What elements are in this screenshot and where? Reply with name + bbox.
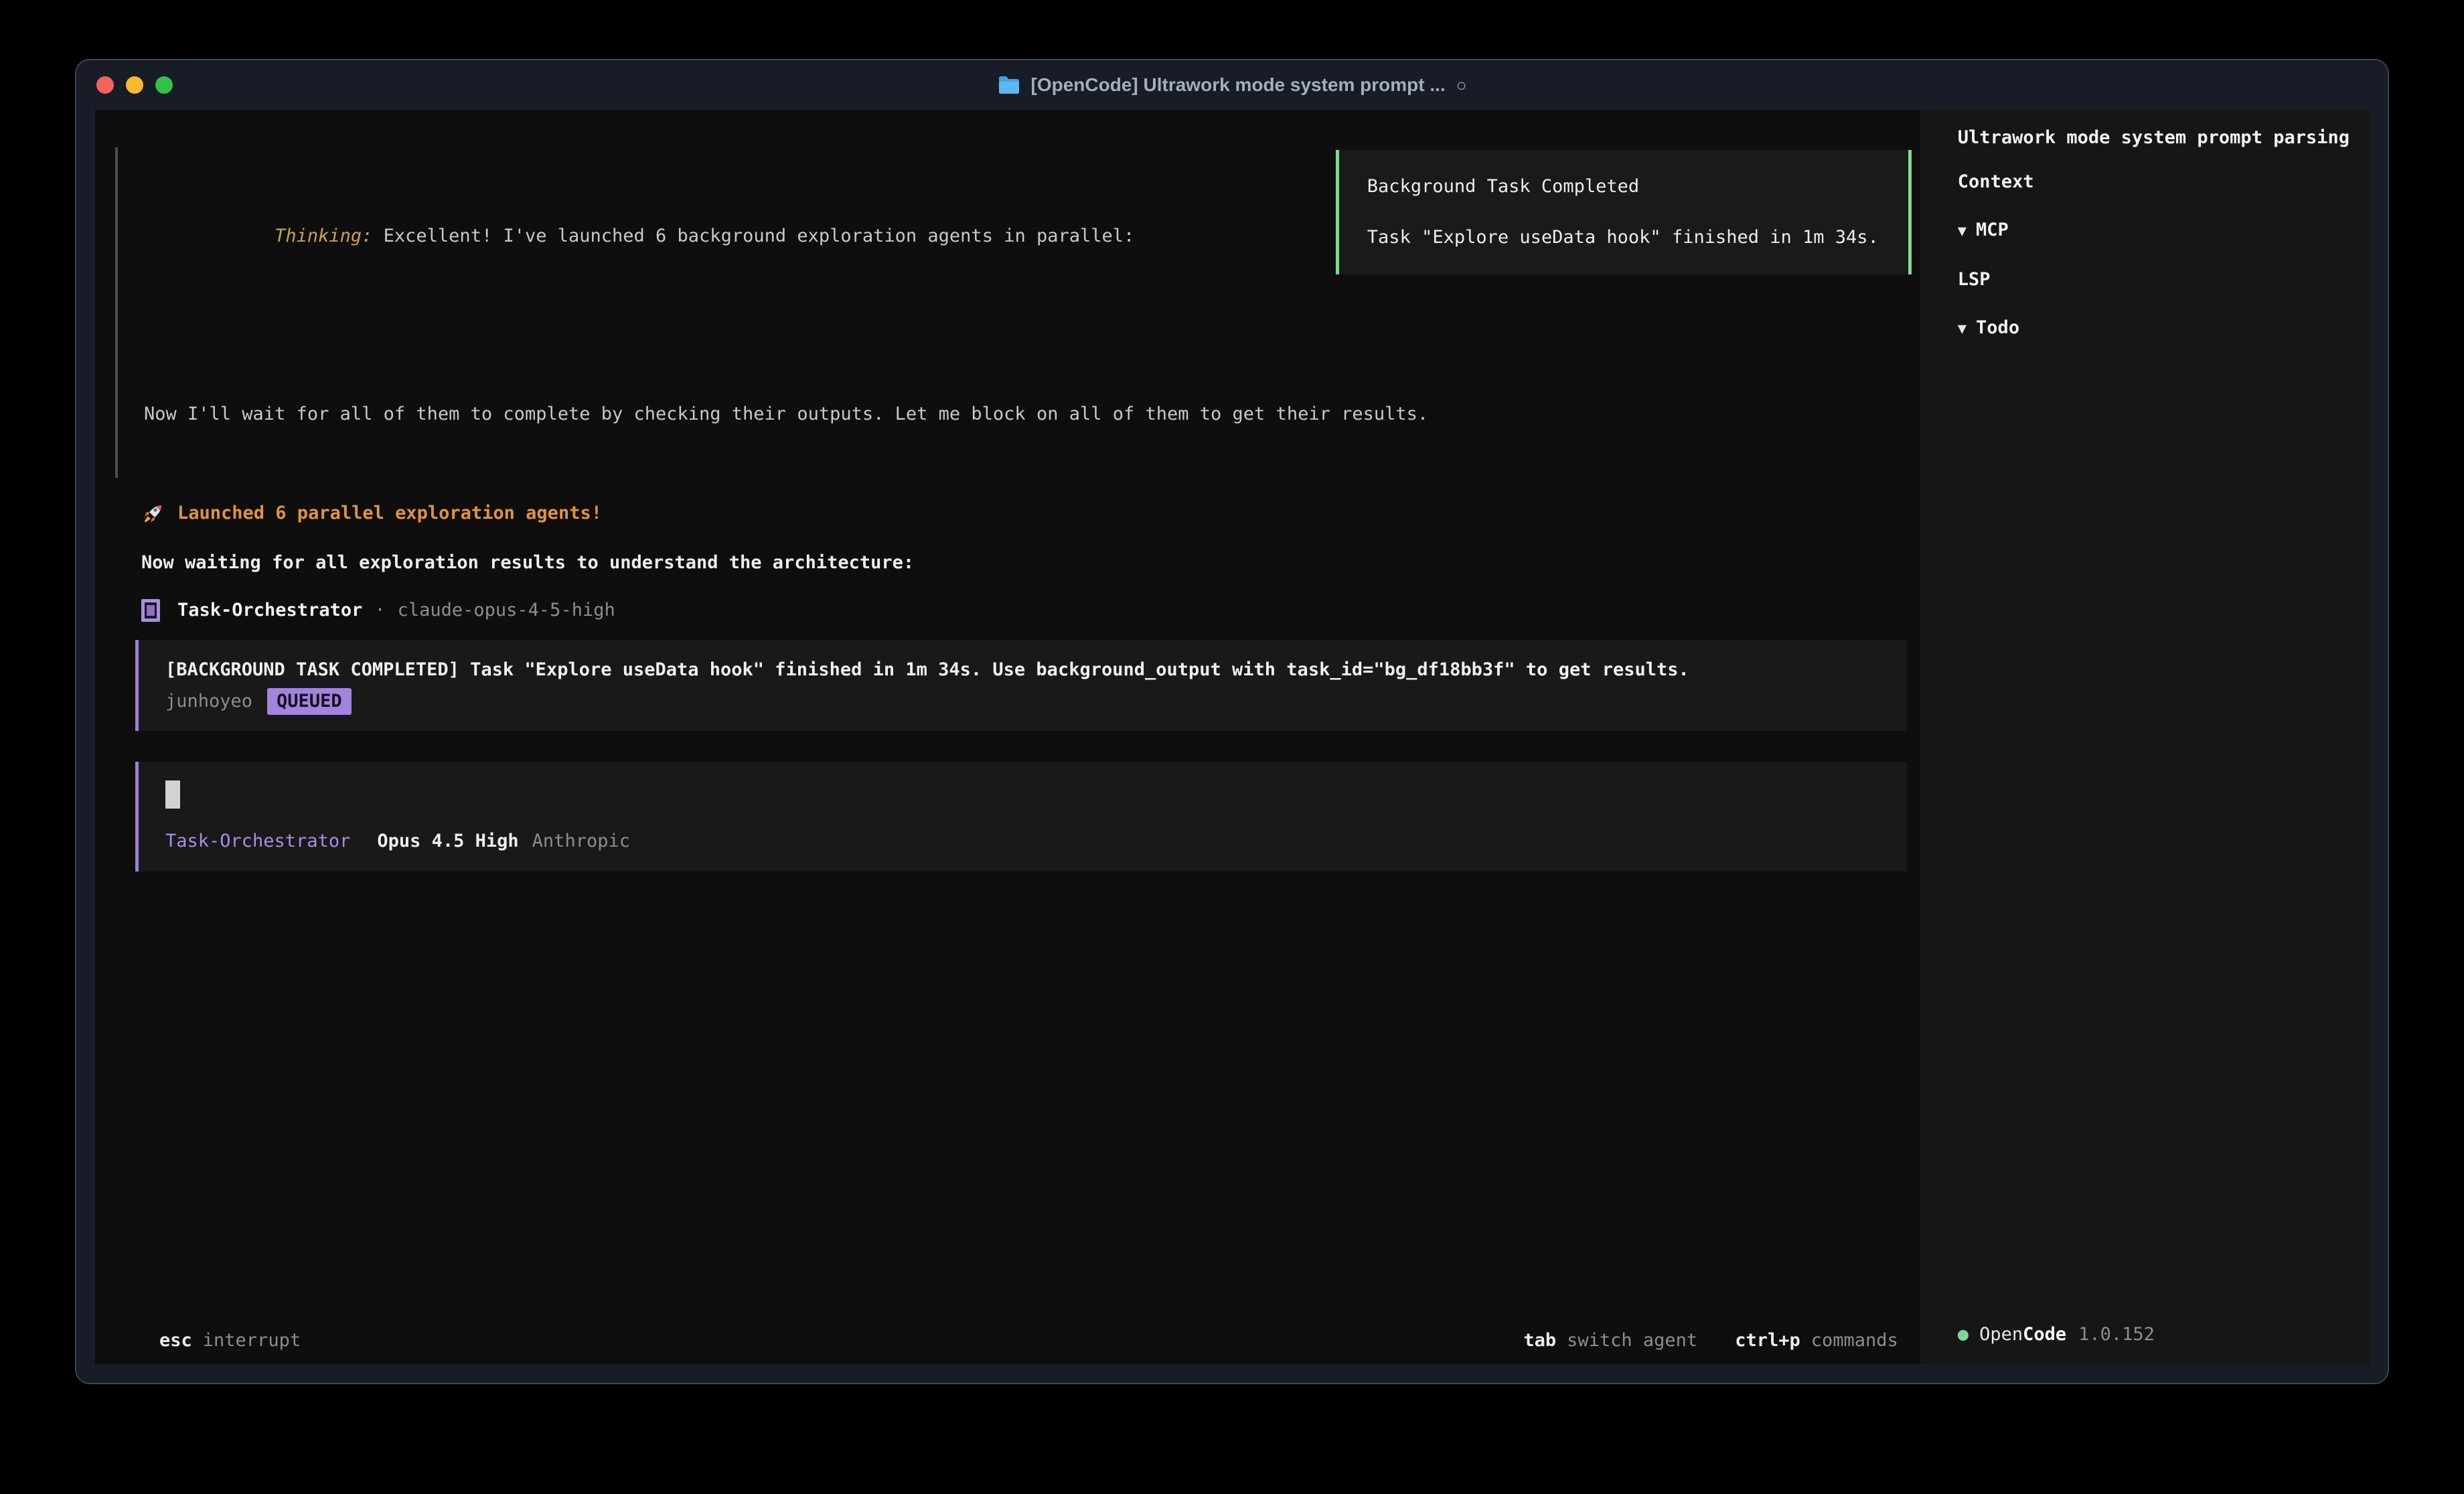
session-title: Ultrawork mode system prompt parsing (1958, 123, 2350, 153)
traffic-lights (96, 60, 173, 110)
notification-body: Task "Explore useData hook" finished in … (1367, 225, 1880, 250)
window-content: Thinking: Excellent! I've launched 6 bac… (76, 110, 2388, 1383)
todo-heading: ▼Todo (1958, 316, 2350, 341)
status-bar: esc interrupt tab switch agent ctrl+p co… (95, 1316, 1920, 1364)
todo-section: ▼Todo (1958, 316, 2350, 341)
window-title-text: [OpenCode] Ultrawork mode system prompt … (1031, 74, 1446, 96)
ctrlp-action-label: commands (1811, 1330, 1898, 1351)
ctrlp-key-hint: ctrl+p (1735, 1330, 1800, 1351)
thinking-intro: Excellent! I've launched 6 background ex… (372, 226, 1134, 246)
prompt-provider: Anthropic (532, 829, 630, 854)
terminal-window: [OpenCode] Ultrawork mode system prompt … (75, 59, 2389, 1384)
tab-key-hint: tab (1523, 1330, 1556, 1351)
window-titlebar[interactable]: [OpenCode] Ultrawork mode system prompt … (76, 60, 2388, 110)
window-title: [OpenCode] Ultrawork mode system prompt … (998, 74, 1467, 96)
modified-indicator-icon: ○ (1456, 75, 1467, 96)
waiting-line: Now waiting for all exploration results … (115, 550, 1920, 576)
rocket-icon (141, 501, 165, 525)
lsp-heading: LSP (1958, 268, 2350, 292)
collapse-triangle-icon[interactable]: ▼ (1958, 223, 1967, 240)
queued-user: junhoyeo (165, 689, 252, 714)
status-dot-icon: ● (1958, 1323, 1969, 1347)
prompt-agent: Task-Orchestrator (165, 829, 350, 854)
mcp-section: ▼MCP (1958, 218, 2350, 244)
tab-action-label: switch agent (1567, 1330, 1697, 1351)
mcp-heading: ▼MCP (1958, 218, 2350, 244)
agent-icon (141, 599, 160, 622)
thinking-wait-line: Now I'll wait for all of them to complet… (144, 402, 1920, 427)
launch-announcement: Launched 6 parallel exploration agents! (115, 501, 1920, 526)
agent-name: Task-Orchestrator (177, 598, 362, 623)
esc-key-hint: esc (159, 1330, 192, 1351)
collapse-triangle-icon[interactable]: ▼ (1958, 321, 1967, 337)
notification-title: Background Task Completed (1367, 174, 1880, 199)
app-version-footer: ● OpenCode 1.0.152 (1958, 1323, 2155, 1347)
close-button[interactable] (96, 76, 114, 94)
brand-open: Open (1979, 1323, 2023, 1347)
prompt-model: Opus 4.5 High (377, 829, 518, 854)
agent-model: claude-opus-4-5-high (398, 598, 615, 623)
background-task-completed-message: [BACKGROUND TASK COMPLETED] Task "Explor… (135, 640, 1907, 731)
context-section: Context (1958, 170, 2350, 194)
chat-panel: Thinking: Excellent! I've launched 6 bac… (95, 110, 1920, 1364)
context-heading: Context (1958, 170, 2350, 194)
lsp-section: LSP (1958, 268, 2350, 292)
completed-message-text: [BACKGROUND TASK COMPLETED] Task "Explor… (165, 657, 1880, 683)
prompt-input[interactable]: Task-Orchestrator Opus 4.5 High Anthropi… (135, 762, 1907, 872)
folder-icon (998, 76, 1020, 94)
minimize-button[interactable] (126, 76, 143, 94)
separator-dot: · (374, 598, 385, 623)
esc-action-label: interrupt (203, 1330, 301, 1351)
agent-status-line: Task-Orchestrator · claude-opus-4-5-high (115, 596, 1920, 625)
launch-text: Launched 6 parallel exploration agents! (177, 501, 602, 526)
maximize-button[interactable] (155, 76, 173, 94)
text-cursor (165, 780, 180, 809)
session-sidebar: Ultrawork mode system prompt parsing Con… (1920, 110, 2370, 1364)
chat-scroll-area[interactable]: Thinking: Excellent! I've launched 6 bac… (95, 110, 1920, 1316)
toast-notification[interactable]: Background Task Completed Task "Explore … (1336, 150, 1912, 274)
app-version: 1.0.152 (2078, 1323, 2155, 1347)
thinking-label: Thinking: (275, 226, 372, 246)
queued-badge: QUEUED (267, 688, 352, 715)
brand-code: Code (2023, 1323, 2066, 1347)
